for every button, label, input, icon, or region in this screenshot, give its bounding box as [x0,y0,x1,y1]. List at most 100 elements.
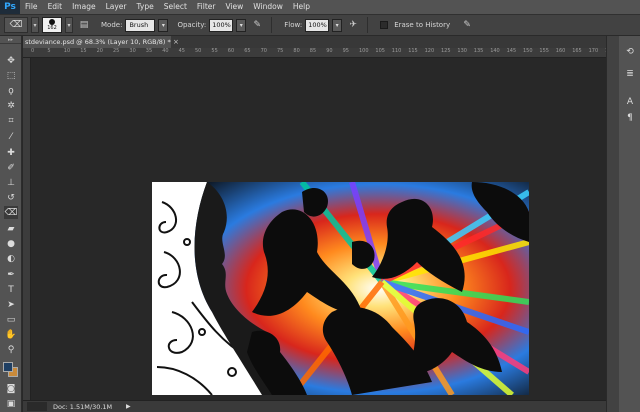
history-panel-icon[interactable]: ⟲ [623,46,637,58]
ruler-tick-label: 145 [506,48,517,54]
move-icon[interactable]: ✥ [4,54,18,67]
vertical-ruler[interactable] [23,58,31,400]
pressure-size-icon[interactable]: ✎ [459,17,475,33]
photoshop-logo: Ps [0,0,20,14]
type-icon[interactable]: T [4,283,18,296]
quick-mask-icon[interactable]: ◙ [4,382,18,395]
ruler-tick-label: 90 [326,48,333,54]
screen-mode-icon[interactable]: ▣ [4,397,18,410]
menu-select[interactable]: Select [159,0,192,14]
ruler-tick-label: 50 [195,48,202,54]
menu-layer[interactable]: Layer [101,0,132,14]
ruler-tick-label: 125 [441,48,451,54]
ruler-tick-label: 85 [309,48,317,54]
opacity-field[interactable]: 100% [209,18,234,32]
document-tab[interactable]: stdeviance.psd @ 68.3% (Layer 10, RGB/8)… [23,36,171,48]
ruler-tick-label: 150 [523,48,533,54]
brush-panel-toggle-icon[interactable]: ▤ [76,17,92,33]
brush-icon[interactable]: ✐ [4,161,18,174]
erase-to-history-checkbox[interactable] [380,21,389,29]
pen-icon[interactable]: ✒ [4,268,18,281]
dodge-icon[interactable]: ◐ [4,252,18,265]
blur-icon[interactable]: ● [4,237,18,250]
healing-icon[interactable]: ✚ [4,146,18,159]
menu-bar: Ps File Edit Image Layer Type Select Fil… [0,0,640,14]
ruler-tick-label: 140 [490,48,500,54]
opacity-slider-arrow[interactable]: ▾ [236,18,247,32]
tool-preset-dropdown[interactable]: ▾ [31,17,39,33]
eyedropper-icon[interactable]: ⁄ [4,130,18,143]
hand-icon[interactable]: ✋ [4,328,18,341]
paragraph-panel-icon[interactable]: ¶ [623,112,637,124]
ruler-tick-label: 20 [96,48,103,54]
ruler-tick-label: 40 [162,48,169,54]
ruler-tick-label: 105 [375,48,385,54]
crop-icon[interactable]: ⌗ [4,114,18,127]
ruler-tick-label: 5 [47,48,51,54]
document-canvas[interactable] [152,182,529,395]
pressure-opacity-icon[interactable]: ✎ [249,17,265,33]
horizontal-ruler[interactable]: 0 5 10 15 20 25 30 35 40 45 50 55 60 65 70 75 80 85 90 95 10… [23,48,615,58]
shape-icon[interactable]: ▭ [4,313,18,326]
path-select-icon[interactable]: ➤ [4,298,18,311]
mode-dropdown-arrow[interactable]: ▾ [158,18,169,32]
menu-image[interactable]: Image [67,0,101,14]
status-menu-arrow[interactable]: ▶ [126,401,131,412]
canvas-workspace[interactable] [32,58,606,400]
ruler-tick-label: 80 [293,48,300,54]
ruler-tick-label: 60 [227,48,235,54]
eraser-icon: ⌫ [9,20,23,30]
erase-to-history-label: Erase to History [394,21,451,29]
flow-slider-arrow[interactable]: ▾ [332,18,343,32]
lasso-icon[interactable]: ϙ [4,84,18,97]
ruler-tick-label: 55 [211,48,218,54]
close-tab-icon[interactable]: × [173,36,179,48]
artwork-image [152,182,529,395]
ruler-tick-label: 30 [129,48,136,54]
menu-type[interactable]: Type [132,0,159,14]
history-brush-icon[interactable]: ↺ [4,191,18,204]
ruler-tick-label: 15 [80,48,87,54]
stamp-icon[interactable]: ⊥ [4,176,18,189]
ruler-tick-label: 120 [424,48,435,54]
panel-dock: ⟲ ≣ A ¶ [606,36,640,412]
zoom-icon[interactable]: ⚲ [4,343,18,356]
ruler-tick-label: 170 [588,48,599,54]
zoom-level-field[interactable] [27,402,47,411]
opacity-label: Opacity: [177,21,207,29]
properties-panel-icon[interactable]: ≣ [623,68,637,80]
menu-filter[interactable]: Filter [192,0,221,14]
tool-preset-picker[interactable]: ⌫ [4,17,28,33]
ruler-tick-label: 155 [539,48,549,54]
collapsed-panel-strip [619,36,640,412]
flow-label: Flow: [284,21,303,29]
ruler-tick-label: 95 [342,48,349,54]
ruler-tick-label: 70 [260,48,267,54]
ruler-tick-label: 25 [113,48,120,54]
mode-label: Mode: [101,21,123,29]
panel-grip[interactable]: ▸▸ [0,36,21,44]
separator [271,17,273,33]
magic-wand-icon[interactable]: ✲ [4,99,18,112]
foreground-color-swatch[interactable] [3,362,13,372]
ruler-tick-label: 135 [473,48,484,54]
airbrush-icon[interactable]: ✈ [345,17,361,33]
eraser-icon[interactable]: ⌫ [4,206,18,219]
document-tab-bar: stdeviance.psd @ 68.3% (Layer 10, RGB/8)… [23,36,606,48]
document-info[interactable]: Doc: 1.51M/30.1M [53,401,112,412]
menu-help[interactable]: Help [288,0,315,14]
ruler-tick-label: 115 [408,48,418,54]
mode-select[interactable]: Brush [125,18,156,32]
marquee-icon[interactable]: ⬚ [4,69,18,82]
gradient-icon[interactable]: ▰ [4,222,18,235]
menu-file[interactable]: File [20,0,43,14]
brush-preset-picker[interactable]: 162 [42,17,62,33]
ruler-tick-label: 130 [457,48,467,54]
ruler-tick-label: 160 [555,48,566,54]
brush-preset-dropdown[interactable]: ▾ [65,17,73,33]
flow-field[interactable]: 100% [305,18,330,32]
character-panel-icon[interactable]: A [623,96,637,108]
menu-view[interactable]: View [220,0,248,14]
menu-edit[interactable]: Edit [43,0,68,14]
menu-window[interactable]: Window [248,0,288,14]
